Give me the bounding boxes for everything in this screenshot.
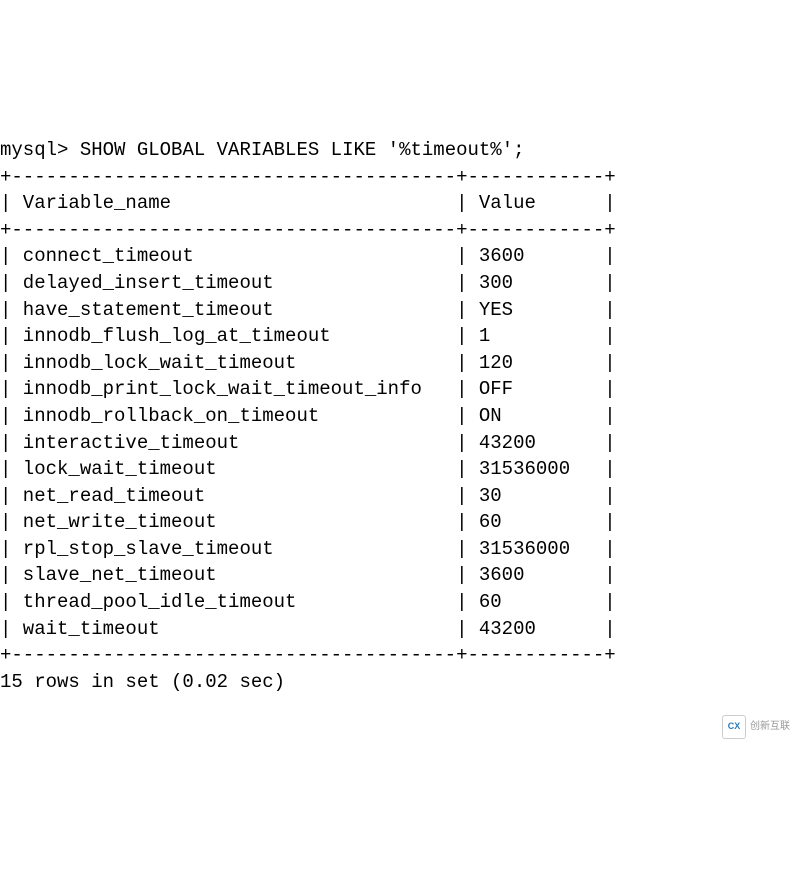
table-border-top: +---------------------------------------… — [0, 166, 616, 188]
watermark-text: 创新互联 — [750, 720, 790, 734]
watermark: CX 创新互联 — [722, 715, 790, 739]
terminal-output: mysql> SHOW GLOBAL VARIABLES LIKE '%time… — [0, 110, 800, 748]
table-header-row: | Variable_name | Value | — [0, 192, 616, 214]
watermark-logo: CX — [722, 715, 746, 739]
table-body: | connect_timeout | 3600 | | delayed_ins… — [0, 245, 616, 639]
sql-command: SHOW GLOBAL VARIABLES LIKE '%timeout%'; — [80, 139, 525, 161]
prompt-line: mysql> SHOW GLOBAL VARIABLES LIKE '%time… — [0, 139, 525, 161]
table-border-bottom: +---------------------------------------… — [0, 644, 616, 666]
result-footer: 15 rows in set (0.02 sec) — [0, 671, 285, 693]
mysql-prompt: mysql> — [0, 139, 68, 161]
table-border-mid: +---------------------------------------… — [0, 219, 616, 241]
